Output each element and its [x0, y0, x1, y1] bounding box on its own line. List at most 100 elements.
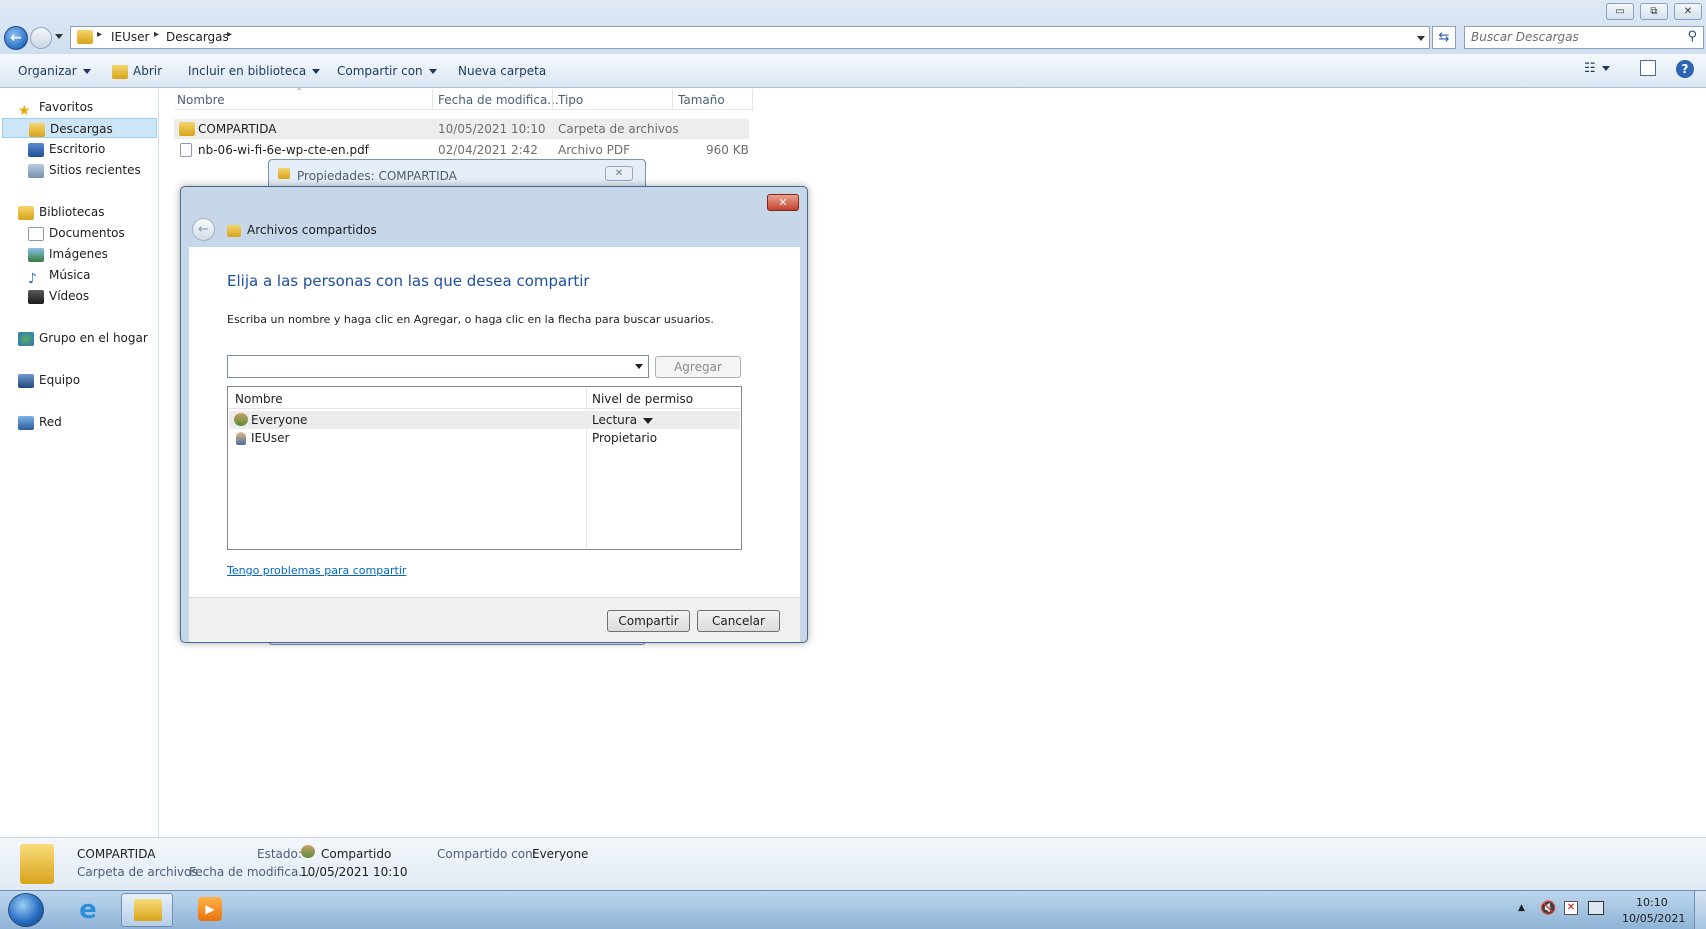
internet-explorer-icon[interactable]: e: [72, 895, 104, 925]
properties-close-button[interactable]: ✕: [605, 166, 633, 181]
view-options-icon[interactable]: ☷: [1584, 61, 1610, 76]
permission-level-dropdown[interactable]: Lectura: [592, 413, 654, 427]
recent-places-icon: [28, 163, 44, 178]
user-icon: [236, 432, 246, 445]
chevron-down-icon: [82, 69, 91, 74]
column-date[interactable]: Fecha de modifica...: [438, 93, 559, 107]
folder-open-icon: [112, 64, 128, 79]
downloads-folder-icon: [29, 122, 45, 137]
chevron-down-icon[interactable]: [635, 364, 643, 369]
sidebar-item-homegroup[interactable]: Grupo en el hogar: [18, 328, 176, 348]
column-name[interactable]: Nombre: [177, 93, 225, 107]
details-modified-value: 10/05/2021 10:10: [300, 865, 408, 879]
sidebar-item-network[interactable]: Red: [18, 412, 176, 432]
group-users-icon: [234, 413, 248, 426]
cancel-button[interactable]: Cancelar: [697, 610, 780, 632]
volume-muted-icon[interactable]: 🔇: [1540, 901, 1556, 916]
title-bar: ▭ ⧉ ✕ ← ▸ IEUser ▸ Descargas ▸ ⇆ Buscar …: [0, 0, 1706, 54]
add-button[interactable]: Agregar: [655, 356, 741, 378]
sidebar-item-desktop[interactable]: Escritorio: [28, 139, 186, 159]
sidebar-item-documents[interactable]: Documentos: [28, 223, 186, 243]
sidebar-item-computer[interactable]: Equipo: [18, 370, 176, 390]
details-shared-value: Everyone: [532, 847, 589, 861]
sidebar-item-videos[interactable]: Vídeos: [28, 286, 186, 306]
sidebar-item-downloads[interactable]: Descargas: [2, 118, 157, 138]
sidebar-item-images[interactable]: Imágenes: [28, 244, 186, 264]
clock-time[interactable]: 10:10: [1636, 896, 1668, 909]
shared-users-icon: [301, 845, 315, 858]
user-name: Everyone: [251, 413, 308, 427]
sidebar-item-libraries[interactable]: Bibliotecas: [18, 202, 176, 222]
share-users-icon: [227, 225, 241, 237]
command-bar: Organizar Abrir Incluir en biblioteca Co…: [0, 54, 1706, 88]
network-icon[interactable]: [1588, 901, 1604, 915]
large-folder-icon: [20, 844, 54, 884]
user-name-combobox[interactable]: [227, 355, 649, 378]
start-button[interactable]: [8, 893, 44, 927]
taskbar-explorer-button[interactable]: [121, 893, 173, 927]
minimize-button[interactable]: ▭: [1606, 3, 1634, 20]
forward-button[interactable]: [30, 27, 52, 49]
column-size[interactable]: Tamaño: [678, 93, 725, 107]
breadcrumb-ieuser[interactable]: IEUser: [111, 30, 149, 44]
file-date: 10/05/2021 10:10: [438, 122, 546, 136]
search-input[interactable]: Buscar Descargas ⚲: [1464, 26, 1704, 49]
network-icon: [18, 415, 34, 430]
breadcrumb-separator-icon: ▸: [154, 29, 160, 40]
open-button[interactable]: Abrir: [112, 64, 162, 79]
dialog-back-button[interactable]: ←: [192, 218, 215, 241]
close-button[interactable]: ✕: [1674, 3, 1702, 20]
pdf-file-icon: [180, 143, 192, 157]
help-icon[interactable]: ?: [1676, 60, 1694, 78]
dialog-content: Elija a las personas con las que desea c…: [189, 247, 800, 608]
file-name[interactable]: COMPARTIDA: [198, 122, 276, 136]
preview-pane-icon[interactable]: [1640, 60, 1656, 76]
search-icon[interactable]: ⚲: [1687, 29, 1697, 44]
properties-title: Propiedades: COMPARTIDA: [297, 169, 457, 183]
show-hidden-icons-icon[interactable]: ▲: [1518, 903, 1525, 913]
sharing-help-link[interactable]: Tengo problemas para compartir: [227, 564, 406, 577]
file-name[interactable]: nb-06-wi-fi-6e-wp-cte-en.pdf: [198, 143, 369, 157]
maximize-button[interactable]: ⧉: [1640, 3, 1668, 20]
permissions-table: Nombre Nivel de permiso Everyone Lectura…: [227, 386, 742, 550]
search-placeholder: Buscar Descargas: [1471, 30, 1579, 44]
images-icon: [28, 247, 44, 262]
address-dropdown-icon[interactable]: [1417, 36, 1425, 41]
new-folder-button[interactable]: Nueva carpeta: [458, 64, 546, 78]
dialog-heading: Elija a las personas con las que desea c…: [227, 272, 590, 290]
recent-pages-dropdown[interactable]: [55, 34, 63, 39]
sidebar-item-favorites[interactable]: ★ Favoritos: [18, 97, 176, 119]
back-button[interactable]: ←: [4, 26, 28, 50]
libraries-icon: [18, 205, 34, 220]
media-player-icon[interactable]: ▶: [198, 897, 222, 921]
folder-icon: [77, 30, 93, 44]
breadcrumb-separator-icon: ▸: [97, 29, 103, 40]
desktop-icon: [28, 142, 44, 157]
share-with-button[interactable]: Compartir con: [337, 64, 437, 78]
details-shared-label: Compartido con:: [437, 847, 537, 861]
show-desktop-button[interactable]: [1694, 891, 1706, 929]
sidebar-item-music[interactable]: ♪ Música: [28, 265, 186, 287]
address-bar[interactable]: ▸ IEUser ▸ Descargas ▸: [70, 26, 1430, 49]
chevron-down-icon: [643, 417, 654, 424]
breadcrumb-descargas[interactable]: Descargas: [166, 30, 229, 44]
table-header-name[interactable]: Nombre: [235, 392, 283, 406]
table-header-permission[interactable]: Nivel de permiso: [592, 392, 693, 406]
column-divider: [672, 89, 673, 109]
clock-date[interactable]: 10/05/2021: [1622, 912, 1685, 925]
details-status-label: Estado:: [257, 847, 302, 861]
column-type[interactable]: Tipo: [558, 93, 583, 107]
action-center-icon[interactable]: ✕: [1564, 901, 1578, 915]
sidebar-item-recent[interactable]: Sitios recientes: [28, 160, 186, 180]
homegroup-icon: [18, 331, 34, 346]
dialog-close-button[interactable]: ✕: [767, 194, 799, 211]
navigation-pane: ★ Favoritos Descargas Escritorio Sitios r…: [0, 89, 159, 837]
refresh-button[interactable]: ⇆: [1432, 26, 1456, 49]
column-divider: [552, 89, 553, 109]
include-library-button[interactable]: Incluir en biblioteca: [188, 64, 321, 78]
share-button[interactable]: Compartir: [607, 610, 690, 632]
music-icon: ♪: [28, 270, 37, 287]
details-status-value: Compartido: [321, 847, 392, 861]
permission-level: Propietario: [592, 431, 658, 445]
organize-button[interactable]: Organizar: [18, 64, 91, 78]
